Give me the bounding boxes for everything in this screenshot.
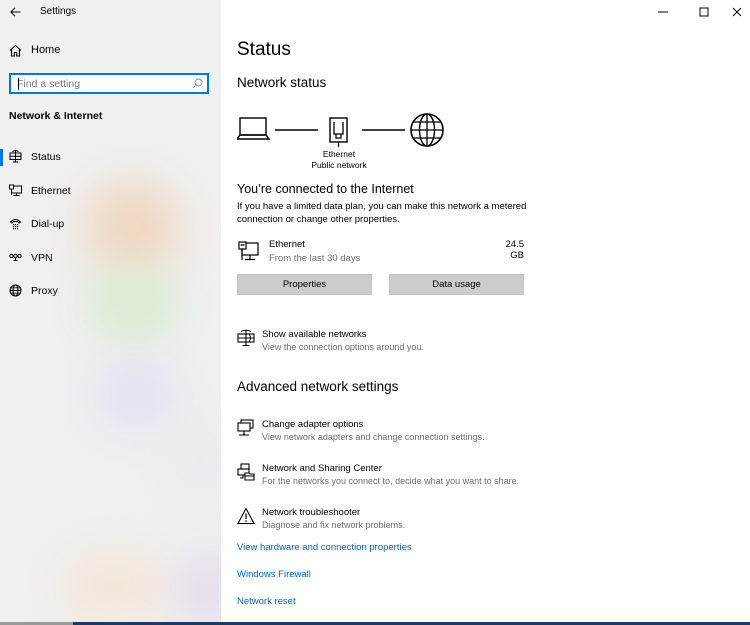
data-usage-button[interactable]: Data usage: [389, 274, 524, 295]
row-description: Diagnose and fix network problems.: [262, 520, 406, 530]
sidebar-item-ethernet[interactable]: Ethernet: [0, 177, 221, 211]
view-hardware-link[interactable]: View hardware and connection properties: [237, 542, 412, 553]
properties-button[interactable]: Properties: [237, 274, 372, 295]
laptop-icon: [237, 117, 271, 140]
ethernet-port-icon: [329, 117, 348, 147]
usage-amount: 24.5 GB: [505, 239, 525, 261]
sidebar-item-label: Ethernet: [31, 184, 71, 197]
sidebar-item-label: Status: [31, 151, 61, 163]
home-icon: [9, 44, 22, 57]
row-description: View the connection options around you.: [262, 342, 424, 352]
adapter-icon: [237, 419, 254, 436]
adapter-label: Ethernet: [322, 149, 356, 159]
sidebar-item-dial-up[interactable]: Dial-up: [0, 210, 221, 244]
network-diagram: Ethernet Public network: [237, 113, 447, 173]
page-title: Status: [237, 39, 291, 60]
advanced-settings-heading: Advanced network settings: [237, 379, 399, 394]
globe-monitor-icon: [237, 329, 255, 347]
app-title: Settings: [40, 6, 77, 17]
search-box[interactable]: [9, 73, 209, 94]
main-content: Status Network status Ethernet Public ne…: [221, 0, 750, 622]
row-description: For the networks you connect to, decide …: [262, 476, 520, 486]
sidebar-item-home[interactable]: Home: [0, 40, 221, 62]
sidebar-item-status[interactable]: Status: [0, 143, 221, 177]
sidebar-item-label: VPN: [31, 251, 53, 264]
row-description: View network adapters and change connect…: [262, 432, 485, 442]
row-title: Network troubleshooter: [262, 507, 361, 518]
row-title: Change adapter options: [262, 419, 364, 430]
show-available-networks[interactable]: Show available networks View the connect…: [237, 329, 557, 359]
text-cursor: [18, 78, 19, 90]
acrylic-blur: [95, 360, 175, 430]
network-sharing-center[interactable]: Network and Sharing Center For the netwo…: [237, 463, 557, 493]
title-bar-left: Settings: [0, 0, 221, 24]
sidebar-item-proxy[interactable]: Proxy: [0, 277, 221, 311]
dialup-icon: [9, 219, 22, 230]
search-input[interactable]: [11, 75, 181, 92]
network-status-heading: Network status: [237, 75, 327, 90]
sidebar-item-vpn[interactable]: VPN: [0, 244, 221, 278]
adapter-name: Ethernet: [269, 239, 305, 250]
windows-firewall-link[interactable]: Windows Firewall: [237, 569, 311, 580]
home-label: Home: [31, 44, 61, 56]
row-title: Show available networks: [262, 329, 367, 340]
network-troubleshooter[interactable]: Network troubleshooter Diagnose and fix …: [237, 507, 557, 537]
row-title: Network and Sharing Center: [262, 463, 382, 474]
globe-monitor-icon: [9, 150, 22, 163]
sidebar: Settings Home Network & Internet Status …: [0, 0, 221, 622]
change-adapter-options[interactable]: Change adapter options View network adap…: [237, 419, 557, 449]
warning-icon: [237, 507, 255, 525]
ethernet-icon: [9, 184, 22, 196]
acrylic-blur: [60, 550, 170, 620]
globe-icon: [410, 113, 444, 147]
sharing-center-icon: [237, 463, 255, 481]
connection-description: If you have a limited data plan, you can…: [237, 201, 527, 225]
selection-indicator: [0, 149, 3, 166]
usage-period: From the last 30 days: [269, 253, 361, 264]
sidebar-item-label: Proxy: [31, 285, 58, 297]
back-button[interactable]: [6, 3, 24, 21]
acrylic-blur: [180, 555, 221, 622]
globe-icon: [9, 284, 22, 297]
sidebar-item-label: Dial-up: [31, 218, 65, 230]
section-title: Network & Internet: [9, 110, 103, 122]
connection-status-title: You’re connected to the Internet: [237, 182, 414, 196]
network-reset-link[interactable]: Network reset: [237, 596, 296, 607]
network-type-label: Public network: [311, 160, 367, 170]
acrylic-blur: [170, 420, 221, 500]
vpn-icon: [9, 253, 22, 261]
arrow-left-icon: [9, 7, 20, 17]
search-icon[interactable]: [192, 78, 203, 89]
sidebar-nav: Status Ethernet Dial-up VPN Proxy: [0, 143, 221, 311]
ethernet-icon: [238, 241, 259, 261]
